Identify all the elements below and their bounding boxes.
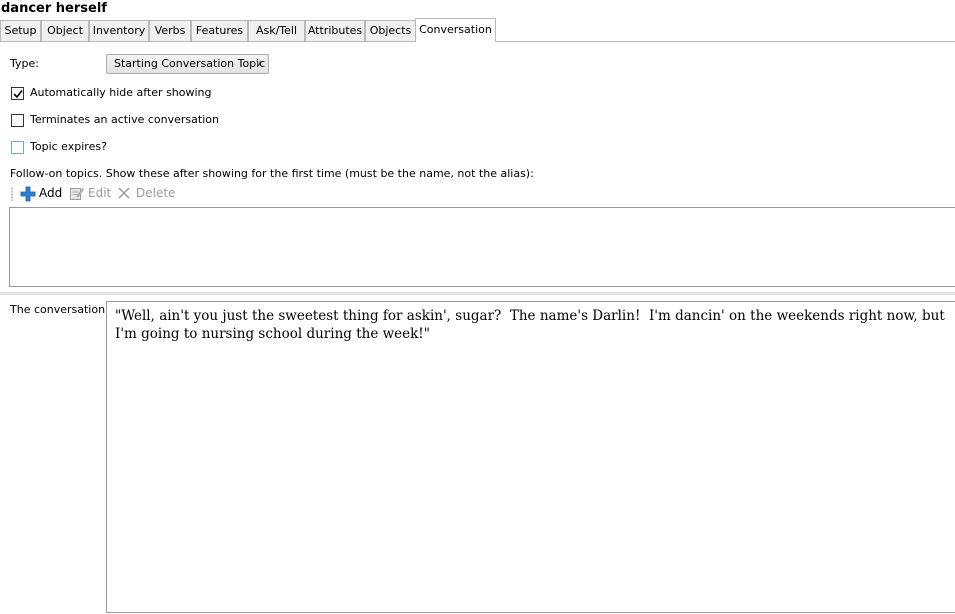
auto-hide-checkbox-row[interactable]: Automatically hide after showing	[11, 86, 212, 101]
type-select-value: Starting Conversation Topic	[114, 57, 266, 70]
followon-topics-list[interactable]	[9, 207, 955, 287]
topic-expires-checkbox[interactable]	[11, 141, 24, 154]
tab-conversation[interactable]: Conversation	[415, 18, 496, 42]
plus-icon	[20, 186, 36, 202]
auto-hide-checkbox[interactable]	[11, 87, 24, 100]
topic-expires-checkbox-row[interactable]: Topic expires?	[11, 140, 131, 155]
tab-strip: Setup Object Inventory Verbs Features As…	[0, 18, 955, 42]
tab-setup[interactable]: Setup	[0, 20, 41, 41]
edit-button[interactable]: Edit	[69, 185, 113, 203]
delete-x-icon	[118, 187, 130, 199]
tab-features[interactable]: Features	[191, 20, 248, 41]
add-button-label: Add	[39, 186, 63, 200]
delete-button-label: Delete	[136, 186, 176, 200]
tab-inventory[interactable]: Inventory	[89, 20, 149, 41]
tab-object[interactable]: Object	[41, 20, 89, 41]
auto-hide-label: Automatically hide after showing	[30, 86, 212, 99]
conversation-label: The conversation:	[10, 303, 109, 316]
type-select[interactable]: Starting Conversation Topic ∨	[106, 54, 269, 74]
delete-button[interactable]: Delete	[117, 185, 177, 203]
section-divider	[0, 292, 955, 295]
edit-icon	[70, 187, 84, 200]
followon-label: Follow-on topics. Show these after showi…	[10, 167, 534, 180]
terminates-label: Terminates an active conversation	[30, 113, 219, 126]
terminates-checkbox[interactable]	[11, 114, 24, 127]
chevron-down-icon: ∨	[255, 59, 262, 69]
conversation-textarea[interactable]: "Well, ain't you just the sweetest thing…	[106, 301, 955, 613]
add-button[interactable]: Add	[20, 185, 72, 203]
window-title: dancer herself	[1, 1, 107, 16]
topic-expires-label: Topic expires?	[30, 140, 107, 153]
type-label: Type:	[10, 57, 39, 70]
checkmark-icon	[13, 90, 23, 99]
edit-button-label: Edit	[88, 186, 112, 200]
tab-objects[interactable]: Objects	[365, 20, 416, 41]
tab-attributes[interactable]: Attributes	[305, 20, 365, 41]
toolbar-grip[interactable]	[11, 187, 13, 201]
tab-ask-tell[interactable]: Ask/Tell	[248, 20, 305, 41]
terminates-checkbox-row[interactable]: Terminates an active conversation	[11, 113, 219, 128]
followon-toolbar: Add Edit Delete	[11, 185, 311, 203]
tab-verbs[interactable]: Verbs	[149, 20, 191, 41]
